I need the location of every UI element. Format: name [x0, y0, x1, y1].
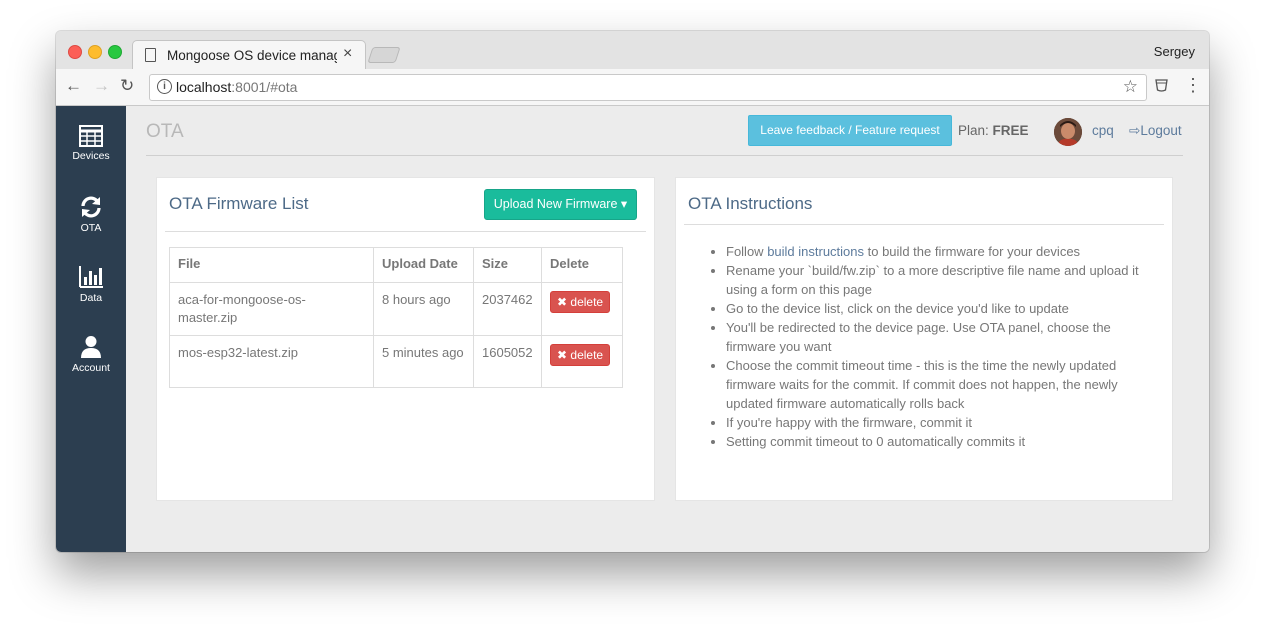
table-row: aca-for-mongoose-os-master.zip 8 hours a… — [169, 282, 623, 336]
list-item: If you're happy with the firmware, commi… — [726, 413, 1156, 432]
tab-title: Mongoose OS device manage — [167, 48, 337, 63]
file-size: 2037462 — [473, 282, 542, 336]
build-instructions-link[interactable]: build instructions — [767, 244, 864, 259]
times-icon: ✖ — [557, 348, 568, 362]
extension-icon[interactable] — [1155, 78, 1168, 92]
upload-date: 8 hours ago — [373, 282, 474, 336]
app-content: Devices OTA Data Account OTA Leave feedb… — [56, 106, 1209, 552]
sidebar: Devices OTA Data Account — [56, 106, 126, 552]
feedback-button[interactable]: Leave feedback / Feature request — [748, 115, 952, 146]
sidebar-item-account[interactable]: Account — [56, 335, 126, 395]
browser-toolbar: ← → ↻ i localhost:8001/#ota ☆ ⋮ — [56, 69, 1209, 106]
list-item: Choose the commit timeout time - this is… — [726, 356, 1156, 413]
logout-icon: ⇨ — [1129, 123, 1141, 138]
firmware-table: File Upload Date Size Delete aca-for-mon… — [169, 247, 623, 388]
list-item: Setting commit timeout to 0 automaticall… — [726, 432, 1156, 451]
avatar-photo — [1054, 118, 1082, 146]
caret-down-icon: ▾ — [620, 197, 628, 211]
delete-cell: ✖ delete — [541, 335, 623, 388]
back-arrow-icon[interactable]: ← — [65, 76, 82, 96]
logout-link[interactable]: ⇨Logout — [1129, 123, 1182, 139]
divider — [165, 231, 646, 232]
times-icon: ✖ — [557, 295, 568, 309]
info-icon[interactable]: i — [157, 79, 172, 94]
firmware-list-panel: OTA Firmware List Upload New Firmware ▾ … — [156, 177, 655, 501]
file-name: mos-esp32-latest.zip — [169, 335, 374, 388]
list-item: Go to the device list, click on the devi… — [726, 299, 1156, 318]
delete-cell: ✖ delete — [541, 282, 623, 336]
plan-value: FREE — [992, 123, 1029, 138]
tab-close-icon[interactable]: × — [343, 45, 352, 63]
instructions-panel: OTA Instructions Follow build instructio… — [675, 177, 1173, 501]
sidebar-item-devices[interactable]: Devices — [56, 125, 126, 185]
minimize-window-button[interactable] — [88, 45, 102, 59]
grid-icon — [79, 125, 103, 147]
table-row: mos-esp32-latest.zip 5 minutes ago 16050… — [169, 335, 623, 388]
panel-title: OTA Instructions — [688, 194, 813, 213]
url-text[interactable]: localhost:8001/#ota — [176, 79, 297, 95]
refresh-icon — [81, 196, 101, 218]
panel-title: OTA Firmware List — [169, 194, 309, 213]
divider — [684, 224, 1164, 225]
reload-icon[interactable]: ↻ — [120, 76, 134, 96]
file-name: aca-for-mongoose-os-master.zip — [169, 282, 374, 336]
sidebar-item-ota[interactable]: OTA — [56, 195, 126, 255]
instructions-list: Follow build instructions to build the f… — [708, 242, 1156, 451]
username-link[interactable]: cpq — [1092, 123, 1114, 138]
column-header-delete: Delete — [541, 247, 623, 283]
file-size: 1605052 — [473, 335, 542, 388]
column-header-size[interactable]: Size — [473, 247, 542, 283]
page-title: OTA — [146, 121, 184, 142]
column-header-upload-date[interactable]: Upload Date — [373, 247, 474, 283]
title-bar: Mongoose OS device manage × Sergey — [56, 31, 1209, 70]
sidebar-item-label: Data — [79, 292, 103, 304]
profile-name[interactable]: Sergey — [1154, 44, 1195, 59]
upload-date: 5 minutes ago — [373, 335, 474, 388]
sidebar-item-data[interactable]: Data — [56, 265, 126, 325]
plan-indicator: Plan: FREE — [958, 123, 1029, 138]
page-header: OTA Leave feedback / Feature request Pla… — [146, 106, 1183, 156]
new-tab-button[interactable] — [367, 47, 401, 63]
bookmark-star-icon[interactable]: ☆ — [1123, 77, 1138, 97]
delete-button[interactable]: ✖ delete — [550, 344, 611, 366]
sidebar-item-label: Account — [72, 362, 110, 374]
sidebar-item-label: Devices — [72, 150, 110, 162]
browser-window: Mongoose OS device manage × Sergey ← → ↻… — [56, 31, 1209, 552]
forward-arrow-icon[interactable]: → — [93, 76, 110, 96]
delete-button[interactable]: ✖ delete — [550, 291, 611, 313]
address-bar[interactable]: i localhost:8001/#ota ☆ — [149, 74, 1147, 101]
sidebar-item-label: OTA — [80, 222, 102, 234]
list-item: Follow build instructions to build the f… — [726, 242, 1156, 261]
maximize-window-button[interactable] — [108, 45, 122, 59]
user-icon — [81, 336, 101, 358]
column-header-file[interactable]: File — [169, 247, 374, 283]
close-window-button[interactable] — [68, 45, 82, 59]
bar-chart-icon — [79, 266, 103, 288]
upload-firmware-button[interactable]: Upload New Firmware ▾ — [484, 189, 637, 220]
avatar[interactable] — [1054, 118, 1082, 146]
kebab-menu-icon[interactable]: ⋮ — [1184, 76, 1202, 94]
list-item: Rename your `build/fw.zip` to a more des… — [726, 261, 1156, 299]
list-item: You'll be redirected to the device page.… — [726, 318, 1156, 356]
page-icon — [145, 48, 156, 62]
browser-tab[interactable]: Mongoose OS device manage × — [132, 40, 366, 70]
